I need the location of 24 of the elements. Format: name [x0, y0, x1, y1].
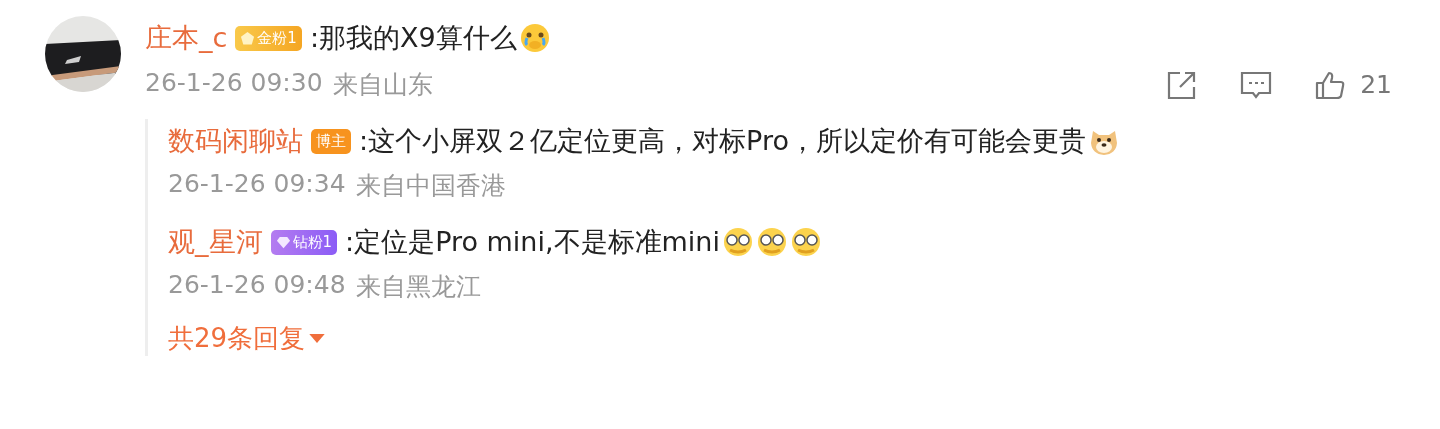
fan-badge: 钻粉1	[270, 229, 338, 255]
glasses-face-icon	[756, 226, 788, 258]
diamond-icon	[275, 234, 291, 250]
crying-face-icon	[518, 22, 551, 54]
reply-text: :这个小屏双２亿定位更高，对标Pro，所以定价有可能会更贵	[359, 124, 1086, 158]
glasses-face-icon	[790, 226, 822, 258]
timestamp: 26-1-26 09:34	[168, 169, 346, 200]
reply-text: :定位是Pro mini,不是标准mini	[345, 225, 720, 259]
username-link[interactable]: 庄本_c	[145, 20, 228, 56]
comment-text: :那我的X9算什么	[309, 21, 517, 55]
location-text: 来自中国香港	[355, 170, 506, 202]
more-replies-link[interactable]: 共29条回复	[168, 321, 326, 356]
location-text: 来自黑龙江	[355, 271, 481, 303]
timestamp: 26-1-26 09:30	[145, 68, 323, 99]
fan-badge: 金粉1	[235, 25, 302, 51]
location-text: 来自山东	[332, 69, 433, 101]
caret-icon	[309, 333, 326, 344]
fan-badge: 博主	[311, 128, 351, 154]
glasses-face-icon	[722, 226, 754, 258]
timestamp: 26-1-26 09:48	[168, 270, 346, 301]
username-link[interactable]: 数码闲聊站	[168, 123, 303, 159]
like-count: 21	[1360, 70, 1392, 99]
username-link[interactable]: 观_星河	[168, 224, 263, 260]
pentagon-icon	[240, 30, 256, 46]
